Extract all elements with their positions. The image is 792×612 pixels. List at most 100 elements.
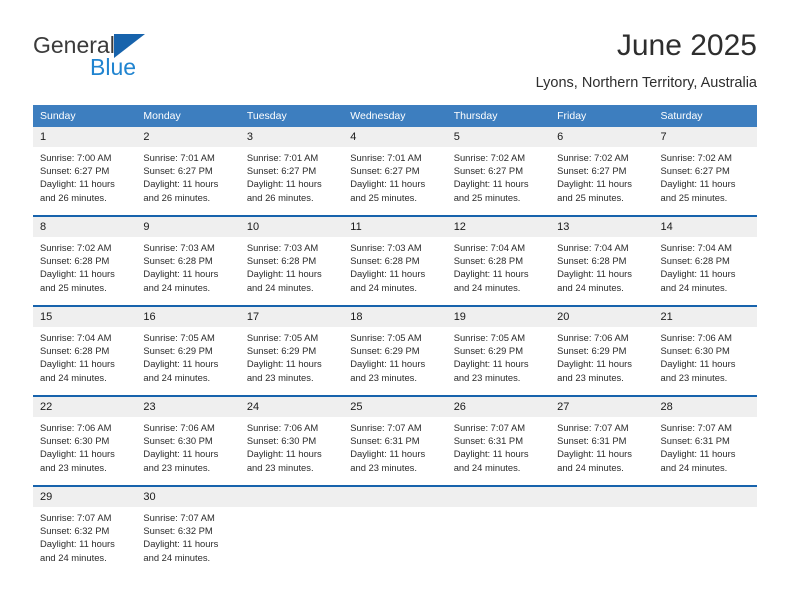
day-cell[interactable]: Sunrise: 7:01 AM Sunset: 6:27 PM Daylight:… — [343, 147, 447, 215]
day-cell[interactable]: Sunrise: 7:00 AM Sunset: 6:27 PM Daylight:… — [33, 147, 137, 215]
daylight-text-line1: Daylight: 11 hours — [557, 178, 632, 190]
day-cell[interactable]: Sunrise: 7:07 AM Sunset: 6:32 PM Daylight:… — [33, 507, 137, 575]
day-cell[interactable]: Sunrise: 7:07 AM Sunset: 6:31 PM Daylight:… — [653, 417, 757, 485]
sunset-text: Sunset: 6:27 PM — [143, 165, 213, 177]
daylight-text-line1: Daylight: 11 hours — [246, 448, 322, 460]
weekday-header-row: Sunday Monday Tuesday Wednesday Thursday… — [33, 105, 757, 127]
daylight-text-line1: Daylight: 11 hours — [453, 268, 529, 280]
day-cell[interactable]: Sunrise: 7:03 AM Sunset: 6:28 PM Daylight:… — [343, 237, 447, 305]
day-cell[interactable]: Sunrise: 7:06 AM Sunset: 6:30 PM Daylight:… — [653, 327, 757, 395]
sunrise-text: Sunrise: 7:01 AM — [246, 152, 319, 163]
day-cell[interactable]: Sunrise: 7:04 AM Sunset: 6:28 PM Daylight:… — [33, 327, 137, 395]
daylight-text-line1: Daylight: 11 hours — [453, 448, 529, 460]
daylight-text-line1: Daylight: 11 hours — [557, 448, 632, 460]
day-cell[interactable]: Sunrise: 7:06 AM Sunset: 6:30 PM Daylight:… — [136, 417, 240, 485]
day-number[interactable]: 2 — [136, 127, 240, 147]
day-cell[interactable]: Sunrise: 7:02 AM Sunset: 6:27 PM Daylight:… — [653, 147, 757, 215]
day-number[interactable]: 19 — [446, 307, 551, 327]
day-number[interactable]: 20 — [550, 307, 654, 327]
daylight-text-line2: and 24 minutes. — [143, 551, 211, 563]
daylight-text-line1: Daylight: 11 hours — [40, 178, 115, 190]
sunset-text: Sunset: 6:28 PM — [143, 255, 213, 267]
day-number[interactable]: 21 — [653, 307, 757, 327]
daylight-text-line2: and 23 minutes. — [143, 461, 211, 473]
day-detail-row: Sunrise: 7:06 AM Sunset: 6:30 PM Daylight:… — [33, 417, 757, 485]
day-cell[interactable]: Sunrise: 7:05 AM Sunset: 6:29 PM Daylight:… — [446, 327, 551, 395]
sunset-text: Sunset: 6:28 PM — [660, 255, 730, 267]
day-cell[interactable]: Sunrise: 7:03 AM Sunset: 6:28 PM Daylight:… — [136, 237, 240, 305]
day-number[interactable]: 7 — [653, 127, 757, 147]
sunset-text: Sunset: 6:29 PM — [143, 345, 213, 357]
weekday-header-thursday: Thursday — [446, 105, 551, 127]
day-number[interactable]: 27 — [550, 397, 654, 417]
daylight-text-line1: Daylight: 11 hours — [350, 358, 426, 370]
day-cell[interactable]: Sunrise: 7:02 AM Sunset: 6:27 PM Daylight:… — [550, 147, 654, 215]
day-cell[interactable]: Sunrise: 7:01 AM Sunset: 6:27 PM Daylight:… — [136, 147, 240, 215]
day-number[interactable]: 9 — [136, 217, 240, 237]
day-cell[interactable]: Sunrise: 7:04 AM Sunset: 6:28 PM Daylight:… — [653, 237, 757, 305]
sunset-text: Sunset: 6:27 PM — [557, 165, 627, 177]
daylight-text-line1: Daylight: 11 hours — [453, 358, 529, 370]
day-cell[interactable]: Sunrise: 7:05 AM Sunset: 6:29 PM Daylight:… — [239, 327, 344, 395]
daylight-text-line2: and 24 minutes. — [246, 281, 314, 293]
daylight-text-line2: and 24 minutes. — [557, 281, 624, 293]
sunset-text: Sunset: 6:31 PM — [557, 435, 627, 447]
daylight-text-line1: Daylight: 11 hours — [143, 448, 219, 460]
day-number[interactable]: 29 — [33, 487, 137, 507]
sunset-text: Sunset: 6:31 PM — [660, 435, 730, 447]
calendar-page: General Blue June 2025 Lyons, Northern T… — [0, 0, 792, 612]
sunrise-text: Sunrise: 7:03 AM — [246, 242, 319, 253]
sunrise-text: Sunrise: 7:04 AM — [557, 242, 629, 253]
day-number[interactable]: 16 — [136, 307, 240, 327]
day-cell[interactable]: Sunrise: 7:02 AM Sunset: 6:28 PM Daylight:… — [33, 237, 137, 305]
brand-logo[interactable]: General Blue — [33, 32, 233, 88]
day-number[interactable]: 22 — [33, 397, 137, 417]
day-cell[interactable]: Sunrise: 7:07 AM Sunset: 6:32 PM Daylight:… — [136, 507, 240, 575]
day-cell[interactable]: Sunrise: 7:03 AM Sunset: 6:28 PM Daylight:… — [239, 237, 344, 305]
day-number[interactable]: 3 — [239, 127, 344, 147]
day-number[interactable]: 15 — [33, 307, 137, 327]
day-number[interactable]: 11 — [343, 217, 447, 237]
day-number[interactable]: 5 — [446, 127, 551, 147]
day-number[interactable]: 14 — [653, 217, 757, 237]
daylight-text-line1: Daylight: 11 hours — [350, 178, 426, 190]
sunrise-text: Sunrise: 7:07 AM — [350, 422, 422, 433]
daylight-text-line1: Daylight: 11 hours — [660, 178, 736, 190]
day-cell[interactable]: Sunrise: 7:04 AM Sunset: 6:28 PM Daylight:… — [550, 237, 654, 305]
day-number[interactable]: 24 — [239, 397, 344, 417]
day-cell[interactable]: Sunrise: 7:02 AM Sunset: 6:27 PM Daylight:… — [446, 147, 551, 215]
page-title: June 2025 — [616, 29, 757, 62]
day-cell[interactable]: Sunrise: 7:07 AM Sunset: 6:31 PM Daylight:… — [446, 417, 551, 485]
day-cell[interactable]: Sunrise: 7:07 AM Sunset: 6:31 PM Daylight:… — [343, 417, 447, 485]
day-number[interactable]: 17 — [239, 307, 344, 327]
day-cell[interactable]: Sunrise: 7:05 AM Sunset: 6:29 PM Daylight:… — [136, 327, 240, 395]
day-cell[interactable]: Sunrise: 7:07 AM Sunset: 6:31 PM Daylight:… — [550, 417, 654, 485]
day-number[interactable]: 10 — [239, 217, 344, 237]
daylight-text-line2: and 24 minutes. — [143, 371, 211, 383]
page-header: General Blue June 2025 Lyons, Northern T… — [33, 28, 757, 100]
daylight-text-line2: and 24 minutes. — [453, 461, 521, 473]
day-number[interactable]: 12 — [446, 217, 551, 237]
sunrise-text: Sunrise: 7:06 AM — [660, 332, 732, 343]
day-cell[interactable]: Sunrise: 7:06 AM Sunset: 6:30 PM Daylight:… — [33, 417, 137, 485]
title-block: June 2025 Lyons, Northern Territory, Aus… — [536, 28, 757, 93]
day-cell[interactable]: Sunrise: 7:01 AM Sunset: 6:27 PM Daylight:… — [239, 147, 344, 215]
day-number[interactable]: 8 — [33, 217, 137, 237]
day-number[interactable]: 13 — [550, 217, 654, 237]
weekday-header-friday: Friday — [550, 105, 654, 127]
day-number[interactable]: 26 — [446, 397, 551, 417]
day-number[interactable]: 28 — [653, 397, 757, 417]
day-number[interactable]: 1 — [33, 127, 137, 147]
day-number[interactable]: 30 — [136, 487, 240, 507]
day-cell[interactable]: Sunrise: 7:06 AM Sunset: 6:30 PM Daylight:… — [239, 417, 344, 485]
day-cell-empty — [343, 507, 447, 575]
day-cell[interactable]: Sunrise: 7:05 AM Sunset: 6:29 PM Daylight:… — [343, 327, 447, 395]
day-number[interactable]: 4 — [343, 127, 447, 147]
brand-name-blue: Blue — [90, 54, 137, 80]
day-number[interactable]: 6 — [550, 127, 654, 147]
day-number[interactable]: 25 — [343, 397, 447, 417]
day-cell[interactable]: Sunrise: 7:04 AM Sunset: 6:28 PM Daylight:… — [446, 237, 551, 305]
day-cell[interactable]: Sunrise: 7:06 AM Sunset: 6:29 PM Daylight:… — [550, 327, 654, 395]
day-number[interactable]: 18 — [343, 307, 447, 327]
day-number[interactable]: 23 — [136, 397, 240, 417]
